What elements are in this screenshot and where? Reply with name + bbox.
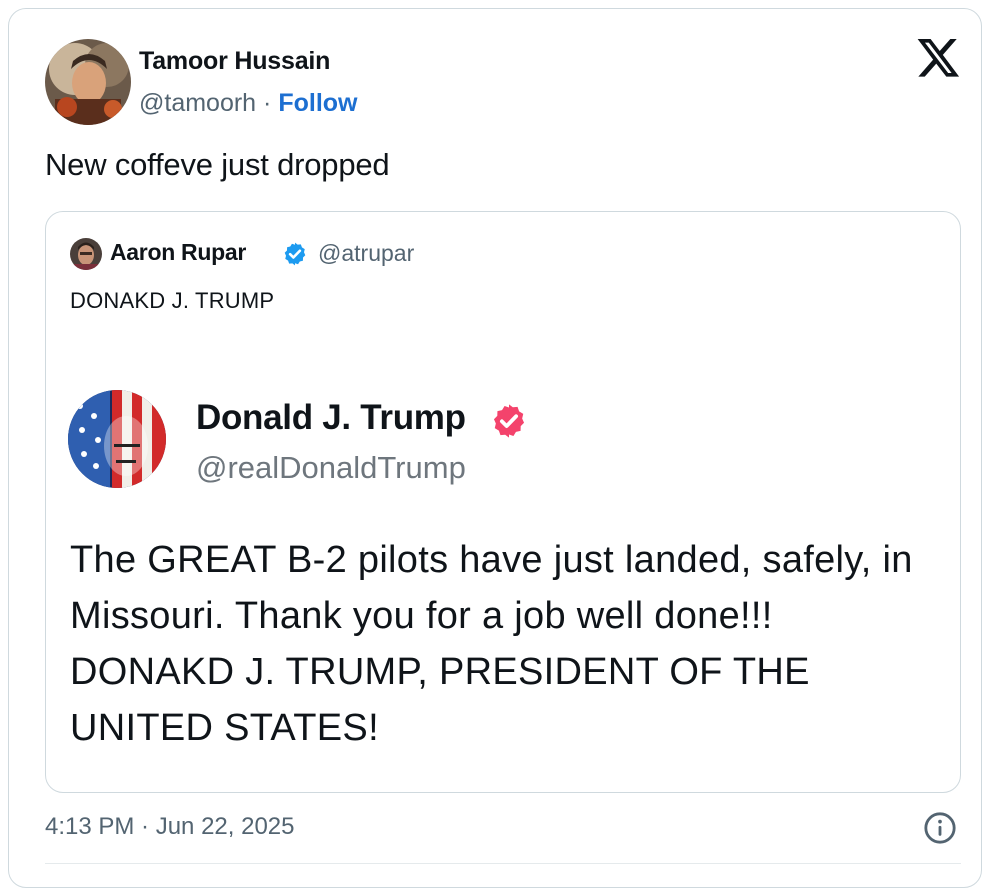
author-meta: @tamoorh · Follow (139, 89, 357, 118)
author-handle[interactable]: @tamoorh (139, 89, 256, 117)
embedded-verified-badge-icon (490, 402, 528, 440)
author-avatar[interactable] (45, 39, 131, 125)
quoted-author-handle[interactable]: @atrupar (318, 240, 414, 267)
quoted-tweet-text: DONAKD J. TRUMP (70, 288, 275, 313)
info-icon[interactable] (923, 811, 957, 845)
follow-button[interactable]: Follow (278, 89, 357, 117)
author-name[interactable]: Tamoor Hussain (139, 47, 330, 76)
tweet-timestamp[interactable]: 4:13 PM · Jun 22, 2025 (45, 813, 295, 841)
embedded-post-avatar (68, 390, 166, 488)
embedded-post-body: The GREAT B-2 pilots have just landed, s… (70, 539, 913, 749)
embedded-post-author-handle: @realDonaldTrump (196, 450, 466, 485)
x-logo-icon[interactable] (917, 39, 961, 81)
embedded-post-author-name: Donald J. Trump (196, 398, 466, 437)
divider (45, 863, 961, 864)
tweet-text: New coffeve just dropped (45, 147, 390, 182)
tweet-card[interactable]: Tamoor Hussain @tamoorh · Follow New cof… (8, 8, 982, 888)
meta-separator: · (263, 89, 272, 117)
quoted-tweet[interactable]: Aaron Rupar @atrupar DONAKD J. TRUMP Don… (45, 211, 961, 793)
quoted-author-name[interactable]: Aaron Rupar (110, 239, 246, 266)
quoted-author-avatar[interactable] (70, 238, 102, 270)
verified-badge-icon (282, 241, 308, 267)
